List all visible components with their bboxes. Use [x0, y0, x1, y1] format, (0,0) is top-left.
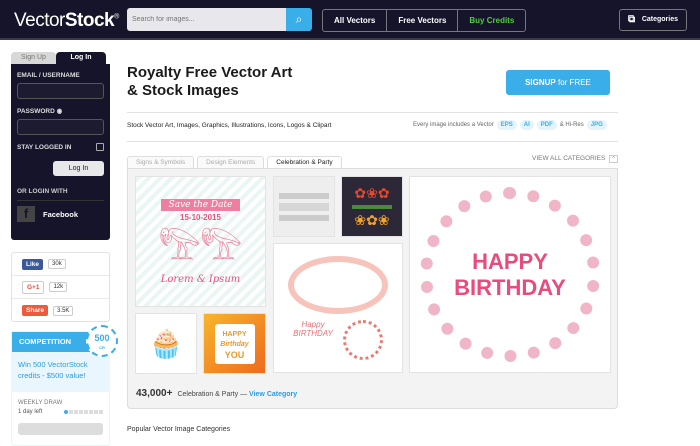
flamingo-illustration: 𓅟𓅟 [158, 228, 243, 267]
divider [127, 112, 618, 113]
log-in-button[interactable]: Log In [53, 161, 104, 176]
header: VectorStock® ⌕ All Vectors Free Vectors … [0, 0, 700, 40]
nav-buy-credits[interactable]: Buy Credits [458, 10, 525, 31]
email-field[interactable] [17, 83, 104, 99]
includes-text: Every image includes a Vector [413, 122, 494, 128]
divider [127, 141, 618, 142]
format-info: Every image includes a Vector EPS AI PDF… [413, 120, 607, 130]
cupcake-icon: 🧁 [148, 328, 184, 359]
password-label: PASSWORD ◉ [17, 107, 104, 115]
category-tabs: Signs & Symbols Design Elements Celebrat… [127, 156, 342, 168]
categories-button[interactable]: ⧉ Categories [619, 9, 687, 31]
stay-logged-in-checkbox[interactable] [96, 143, 104, 151]
email-label: EMAIL / USERNAME [17, 72, 80, 79]
tab-log-in[interactable]: Log In [56, 52, 106, 64]
google-plus-button[interactable]: G+1 [22, 280, 45, 294]
title-line-2: & Stock Images [127, 82, 239, 99]
subtitle: Stock Vector Art, Images, Graphics, Illu… [127, 122, 332, 129]
signup-label: SIGNUP [525, 78, 556, 87]
hires-text: & Hi-Res [559, 122, 584, 128]
tab-celebration-party[interactable]: Celebration & Party [267, 156, 342, 168]
title-line-1: Royalty Free Vector Art [127, 64, 293, 81]
competition-box: COMPETITION 500 CR Win 500 VectorStock cr… [11, 325, 118, 446]
competition-text[interactable]: Win 500 VectorStock credits - $500 value… [12, 352, 109, 392]
logo-text: Vector [14, 10, 65, 31]
popular-categories-heading: Popular Vector Image Categories [127, 426, 231, 433]
stay-logged-in-label: STAY LOGGED IN [17, 143, 72, 151]
share-button[interactable]: Share [22, 305, 49, 316]
tab-signs-symbols[interactable]: Signs & Symbols [127, 156, 195, 168]
page-title: Royalty Free Vector Art & Stock Images [127, 64, 292, 100]
main-nav: All Vectors Free Vectors Buy Credits [322, 9, 527, 32]
competition-button[interactable] [18, 423, 103, 435]
image-happy-birthday-cupcakes[interactable]: HAPPY BIRTHDAY [409, 176, 611, 373]
category-count: 43,000+ [136, 388, 173, 399]
tab-sign-up[interactable]: Sign Up [11, 52, 56, 64]
facebook-like-button[interactable]: Like [22, 258, 44, 270]
logo-mark: ® [114, 13, 119, 21]
password-label-text: PASSWORD [17, 108, 55, 115]
image-birthday-gift[interactable]: HAPPY Birthday YOU [203, 313, 266, 374]
password-field[interactable] [17, 119, 104, 135]
format-ai: AI [519, 120, 534, 130]
tab-design-elements[interactable]: Design Elements [197, 156, 265, 168]
logo[interactable]: VectorStock® [14, 10, 119, 32]
category-name: Celebration & Party — [177, 391, 248, 398]
or-login-with: OR LOGIN WITH [17, 188, 104, 201]
categories-label: Categories [641, 16, 678, 23]
social-box: Like 30k G+1 12k Share 3.5K [11, 252, 110, 322]
login-panel: Sign Up Log In EMAIL / USERNAME PASSWORD… [11, 52, 110, 240]
image-text: Save the Date [160, 198, 241, 211]
share-count: 3.5K [53, 305, 74, 316]
like-count: 30k [48, 259, 66, 269]
search-button[interactable]: ⌕ [286, 8, 312, 31]
draw-progress [64, 410, 103, 414]
image-text: Lorem & Ipsum [160, 273, 241, 285]
nav-all-vectors[interactable]: All Vectors [323, 10, 388, 31]
format-pdf: PDF [536, 120, 557, 130]
nav-free-vectors[interactable]: Free Vectors [387, 10, 459, 31]
view-all-categories[interactable]: VIEW ALL CATEGORIES ^ [532, 155, 618, 163]
category-panel: Save the Date 15-10-2015 𓅟𓅟 Lorem & Ipsu… [127, 168, 618, 409]
search-icon: ⌕ [295, 12, 303, 26]
search-input[interactable] [127, 8, 286, 31]
format-jpg: JPG [586, 120, 607, 130]
image-text: Happy BIRTHDAY [293, 320, 333, 338]
facebook-login-button[interactable]: f Facebook [17, 206, 104, 222]
signup-button[interactable]: SIGNUP for FREE [506, 70, 610, 95]
image-cupcake-silhouette[interactable]: 🧁 [135, 313, 197, 374]
image-text: 15-10-2015 [180, 212, 221, 222]
logo-text-bold: Stock [64, 10, 115, 31]
facebook-label: Facebook [43, 209, 79, 219]
format-eps: EPS [496, 120, 517, 130]
categories-icon: ⧉ [628, 14, 636, 25]
view-all-label: VIEW ALL CATEGORIES [532, 155, 606, 162]
weekly-draw-label: WEEKLY DRAW [18, 400, 63, 406]
signup-label-rest: for FREE [558, 78, 591, 87]
credits-badge: 500 CR [86, 325, 118, 357]
image-floral-frames[interactable]: Happy BIRTHDAY [273, 243, 403, 373]
image-wedding-invitation[interactable] [273, 176, 335, 237]
plus-count: 12k [49, 282, 68, 292]
image-flamingo-save-the-date[interactable]: Save the Date 15-10-2015 𓅟𓅟 Lorem & Ipsu… [135, 176, 266, 307]
view-category-link[interactable]: View Category [249, 391, 297, 398]
info-icon[interactable]: ◉ [57, 108, 63, 115]
chevron-up-icon: ^ [609, 155, 618, 163]
badge-unit: CR [99, 345, 105, 350]
image-floral-bouquet[interactable]: ✿❀✿ ❀✿❀ [341, 176, 403, 237]
days-left: 1 day left [18, 409, 43, 415]
facebook-icon: f [17, 206, 35, 222]
category-footer: 43,000+ Celebration & Party — View Catego… [136, 388, 297, 399]
badge-value: 500 [94, 333, 110, 343]
